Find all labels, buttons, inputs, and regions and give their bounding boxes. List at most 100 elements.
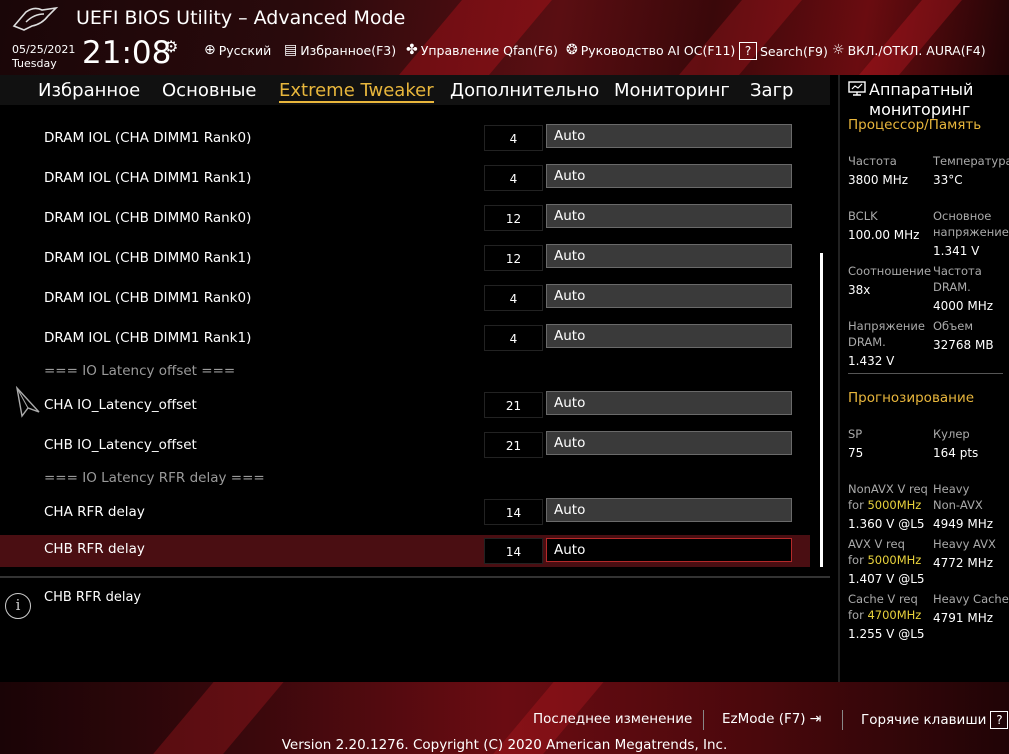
- scrollbar[interactable]: [820, 253, 823, 567]
- tab-boot[interactable]: Загр: [750, 80, 793, 101]
- language-label: Русский: [218, 42, 272, 58]
- setting-value-field[interactable]: Auto: [546, 244, 792, 268]
- monitor-title: Аппаратный мониторинг: [869, 80, 974, 119]
- copyright-text: Version 2.20.1276. Copyright (C) 2020 Am…: [281, 737, 728, 753]
- heavy-avx-value: 4772 MHz: [933, 556, 994, 570]
- setting-label: DRAM IOL (CHB DIMM0 Rank0): [44, 210, 252, 226]
- day-display: Tuesday: [12, 57, 57, 70]
- setting-row[interactable]: DRAM IOL (CHB DIMM1 Rank0) 4 Auto: [0, 284, 810, 316]
- setting-current-value: 12: [484, 245, 543, 271]
- dram-freq-label: Частота DRAM.: [933, 264, 982, 294]
- avx-value: 1.407 V @L5: [848, 572, 925, 586]
- tab-favorites[interactable]: Избранное: [38, 80, 140, 101]
- setting-row[interactable]: DRAM IOL (CHB DIMM1 Rank1) 4 Auto: [0, 324, 810, 356]
- aura-icon: ☼: [832, 42, 845, 58]
- setting-value-field[interactable]: Auto: [546, 204, 792, 228]
- setting-label: DRAM IOL (CHB DIMM1 Rank1): [44, 330, 252, 346]
- gear-icon[interactable]: ⚙: [164, 37, 178, 56]
- capacity-label: Объем: [933, 319, 974, 333]
- tab-monitor[interactable]: Мониторинг: [614, 80, 730, 101]
- aura-button[interactable]: ☼ ВКЛ./ОТКЛ. AURA(F4): [832, 42, 986, 58]
- temp-value: 33°C: [933, 173, 963, 187]
- globe-icon: ⊕: [204, 42, 216, 58]
- ai-oc-icon: ❂: [566, 42, 578, 58]
- setting-row-selected[interactable]: CHB RFR delay 14 Auto: [0, 535, 810, 567]
- setting-row[interactable]: DRAM IOL (CHA DIMM1 Rank0) 4 Auto: [0, 124, 810, 156]
- setting-value-field[interactable]: Auto: [546, 431, 792, 455]
- setting-row[interactable]: DRAM IOL (CHB DIMM0 Rank0) 12 Auto: [0, 204, 810, 236]
- qfan-button[interactable]: ✤ Управление Qfan(F6): [406, 42, 558, 58]
- setting-label: CHB IO_Latency_offset: [44, 437, 197, 453]
- header-bar: UEFI BIOS Utility – Advanced Mode 05/25/…: [0, 0, 1009, 75]
- footer-separator: [703, 710, 704, 730]
- help-key-icon: ?: [990, 711, 1009, 729]
- ai-oc-label: Руководство AI OC(F11): [580, 42, 736, 58]
- qfan-label: Управление Qfan(F6): [420, 42, 558, 58]
- aura-label: ВКЛ./ОТКЛ. AURA(F4): [847, 42, 986, 58]
- help-text: CHB RFR delay: [44, 590, 142, 605]
- cooler-label: Кулер: [933, 427, 970, 441]
- exit-arrow-icon: ⇥: [809, 711, 822, 727]
- cache-value: 1.255 V @L5: [848, 627, 925, 641]
- setting-label: DRAM IOL (CHB DIMM1 Rank0): [44, 290, 252, 306]
- tab-extreme-tweaker[interactable]: Extreme Tweaker: [279, 80, 434, 103]
- core-voltage-label: Основное напряжение: [933, 209, 1009, 239]
- avx-for-line: for 5000MHz: [848, 553, 922, 567]
- setting-label: DRAM IOL (CHB DIMM0 Rank1): [44, 250, 252, 266]
- dram-voltage-value: 1.432 V: [848, 354, 895, 368]
- setting-row[interactable]: DRAM IOL (CHA DIMM1 Rank1) 4 Auto: [0, 164, 810, 196]
- setting-value-field[interactable]: Auto: [546, 124, 792, 148]
- ai-oc-button[interactable]: ❂ Руководство AI OC(F11): [566, 42, 735, 58]
- hotkeys-label: Горячие клавиши: [861, 712, 987, 728]
- heavy-cache-label: Heavy Cache: [933, 592, 1009, 606]
- capacity-value: 32768 MB: [933, 338, 994, 352]
- search-button[interactable]: ? Search(F9): [739, 42, 828, 60]
- freq-label: Частота: [848, 154, 897, 168]
- setting-current-value: 4: [484, 325, 543, 351]
- core-voltage-value: 1.341 V: [933, 244, 980, 258]
- setting-value-field[interactable]: Auto: [546, 284, 792, 308]
- prediction-section: Прогнозирование: [848, 390, 975, 406]
- cpu-memory-section: Процессор/Память: [848, 117, 982, 133]
- nonavx-for-line: for 5000MHz: [848, 498, 922, 512]
- last-change-button[interactable]: Последнее изменение: [533, 711, 692, 727]
- favorites-button[interactable]: ▤ Избранное(F3): [284, 42, 396, 58]
- monitor-separator: [848, 373, 1003, 374]
- setting-label: DRAM IOL (CHA DIMM1 Rank0): [44, 130, 252, 146]
- setting-value-field[interactable]: Auto: [546, 164, 792, 188]
- setting-value-field[interactable]: Auto: [546, 391, 792, 415]
- setting-value-field[interactable]: Auto: [546, 324, 792, 348]
- setting-row[interactable]: CHA RFR delay 14 Auto: [0, 498, 810, 530]
- setting-value-field[interactable]: Auto: [546, 498, 792, 522]
- setting-row[interactable]: CHB IO_Latency_offset 21 Auto: [0, 431, 810, 463]
- cache-label: Cache V req: [848, 592, 918, 606]
- setting-label: DRAM IOL (CHA DIMM1 Rank1): [44, 170, 252, 186]
- setting-row[interactable]: DRAM IOL (CHB DIMM0 Rank1) 12 Auto: [0, 244, 810, 276]
- mouse-cursor-icon: [15, 386, 40, 418]
- tab-advanced[interactable]: Дополнительно: [450, 80, 599, 101]
- avx-label: AVX V req: [848, 537, 905, 551]
- footer-bar: Последнее изменение EzMode (F7) ⇥ Горячи…: [0, 682, 1009, 754]
- ezmode-button[interactable]: EzMode (F7) ⇥: [722, 711, 821, 727]
- app-title: UEFI BIOS Utility – Advanced Mode: [76, 7, 406, 29]
- tab-main[interactable]: Основные: [162, 80, 257, 101]
- setting-value-field[interactable]: Auto: [546, 538, 792, 562]
- cache-for-line: for 4700MHz: [848, 608, 922, 622]
- language-button[interactable]: ⊕ Русский: [204, 42, 271, 58]
- info-icon: i: [5, 593, 31, 619]
- search-label: Search(F9): [760, 43, 828, 59]
- nonavx-value: 1.360 V @L5: [848, 517, 925, 531]
- favorites-icon: ▤: [284, 42, 298, 58]
- setting-current-value: 14: [484, 499, 543, 525]
- setting-current-value: 4: [484, 165, 543, 191]
- hotkeys-button[interactable]: Горячие клавиши ?: [861, 711, 1009, 729]
- setting-label: CHA IO_Latency_offset: [44, 397, 197, 413]
- setting-current-value: 21: [484, 392, 543, 418]
- heavy-nonavx-value: 4949 MHz: [933, 517, 994, 531]
- monitor-icon: [848, 81, 866, 96]
- nonavx-label: NonAVX V req: [848, 482, 928, 496]
- footer-separator: [842, 710, 843, 730]
- setting-label: CHA RFR delay: [44, 504, 145, 520]
- bclk-value: 100.00 MHz: [848, 228, 920, 242]
- setting-row[interactable]: CHA IO_Latency_offset 21 Auto: [0, 391, 810, 423]
